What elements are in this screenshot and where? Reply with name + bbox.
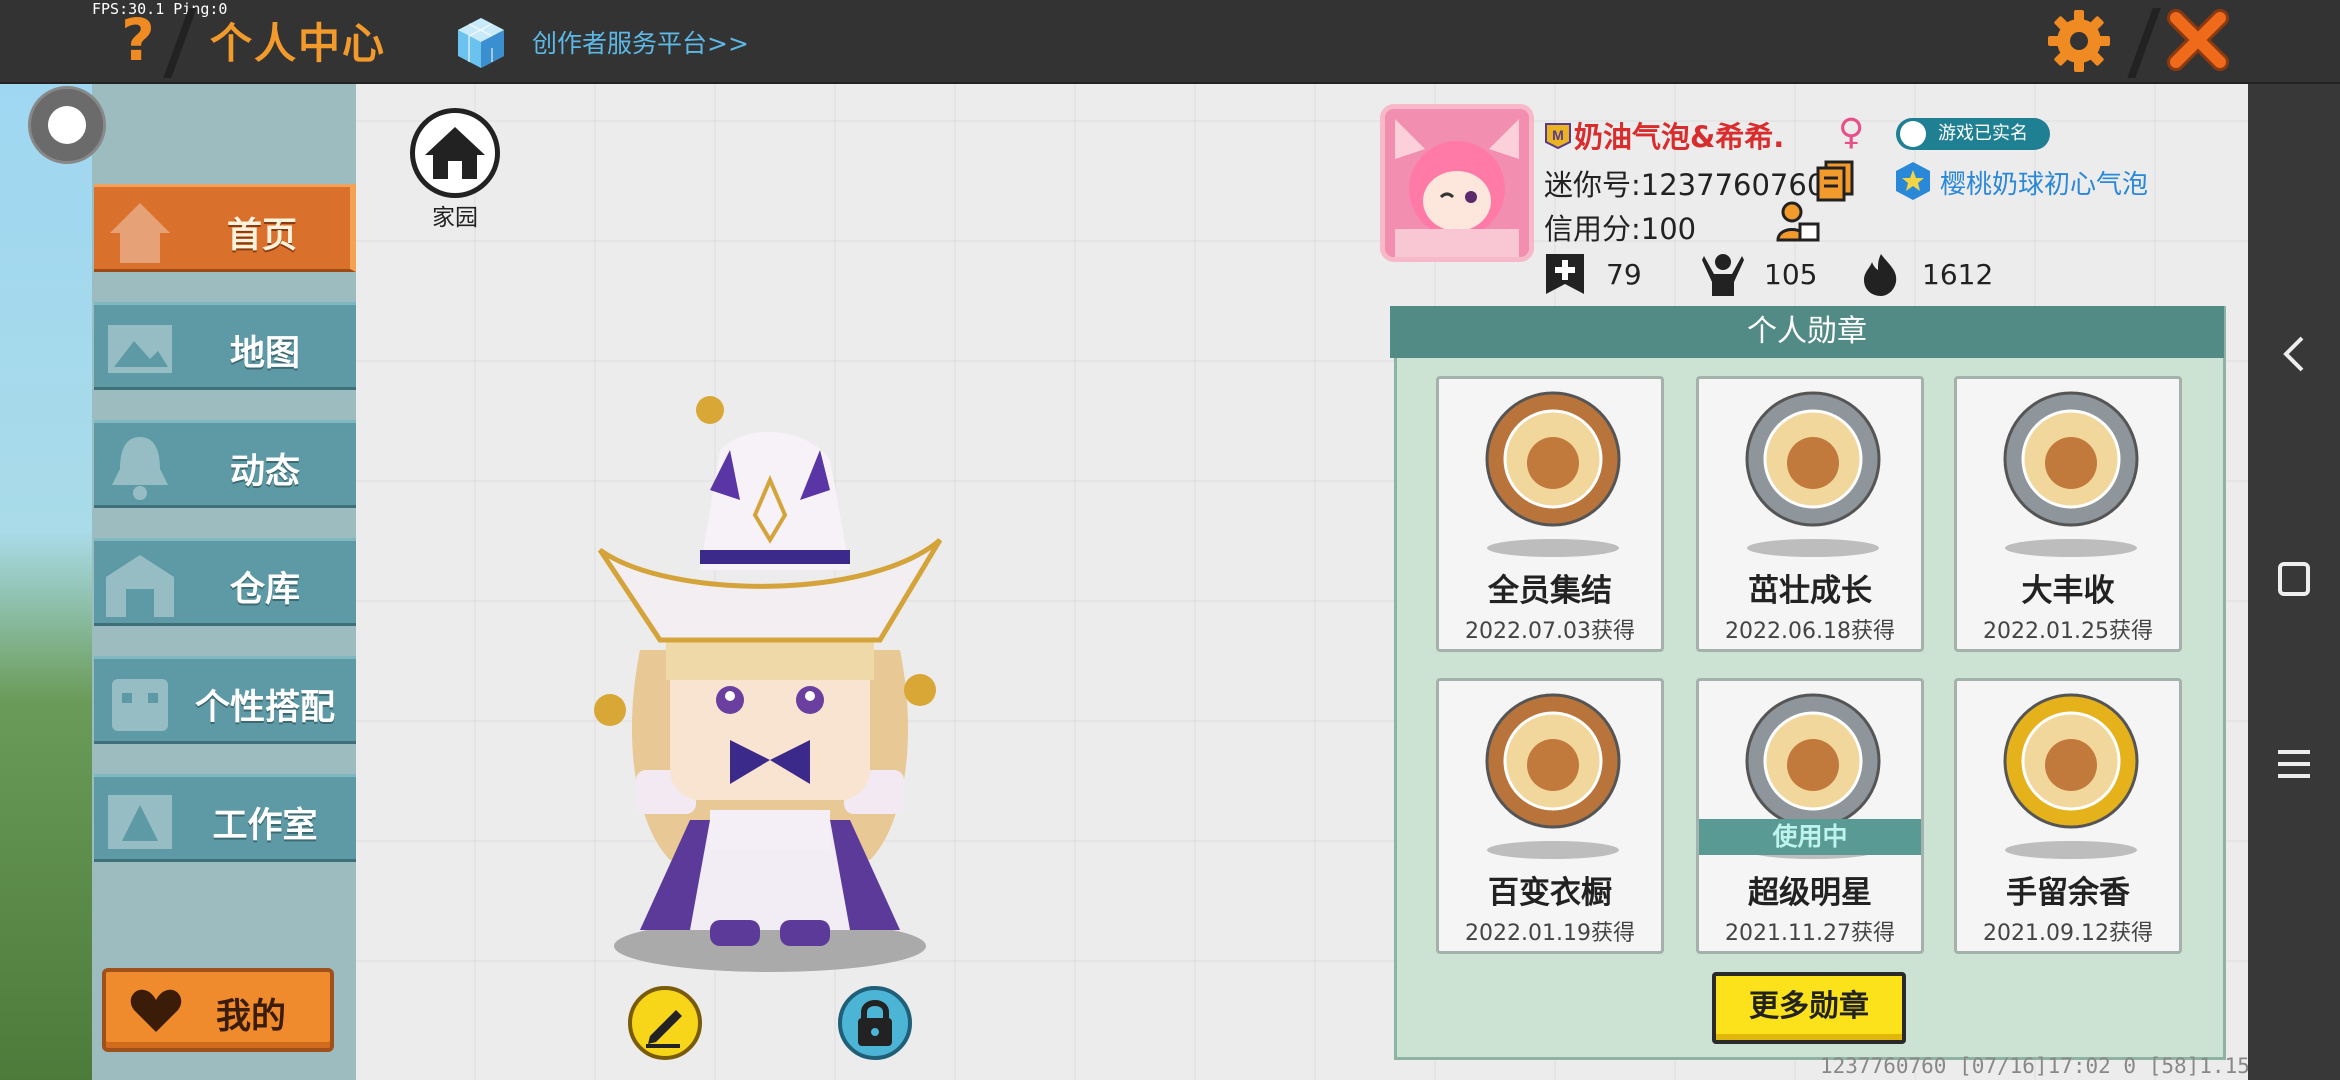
lock-icon <box>858 1000 892 1046</box>
medal-icon <box>2003 391 2139 527</box>
verified-user-icon <box>1900 121 1926 147</box>
record-button[interactable] <box>28 86 106 164</box>
vip-icon: M <box>1545 123 1571 150</box>
gear-icon[interactable] <box>2046 8 2112 74</box>
home-tab-icon <box>110 203 170 263</box>
player-name: 奶油气泡&希希. <box>1574 120 1785 154</box>
medal-name: 手留余香 <box>2006 875 2130 911</box>
sidebar-item-warehouse[interactable]: 仓库 <box>94 538 356 626</box>
sidebar-item-label: 地图 <box>229 334 300 374</box>
stat-heat-value: 1612 <box>1922 258 1994 291</box>
sidebar-item-label: 个性搭配 <box>194 688 335 728</box>
medal-icon <box>1745 693 1881 829</box>
medal-name: 大丰收 <box>2021 573 2115 609</box>
medal-date: 2022.07.03获得 <box>1465 619 1635 644</box>
lock-avatar-button[interactable] <box>838 986 912 1060</box>
more-medals-button[interactable]: 更多勋章 <box>1712 972 1906 1044</box>
profile-avatar[interactable] <box>1380 104 1534 262</box>
flame-icon <box>1864 254 1897 296</box>
sidebar-item-label: 首页 <box>226 216 297 256</box>
sidebar-item-outfit[interactable]: 个性搭配 <box>94 656 356 744</box>
map-icon <box>108 325 172 373</box>
medal-shadow <box>1487 841 1619 859</box>
divider <box>163 8 197 78</box>
female-icon: ♀ <box>1838 112 1865 153</box>
avatar-portrait <box>1385 109 1529 257</box>
sidebar-item-feed[interactable]: 动态 <box>94 420 356 508</box>
credit-score: 信用分:100 <box>1544 212 1697 246</box>
outfit-icon <box>112 679 168 731</box>
sidebar-item-label: 工作室 <box>212 806 318 846</box>
medal-icon <box>1745 391 1881 527</box>
medal-card[interactable]: 茁壮成长 2022.06.18获得 <box>1696 376 1924 652</box>
cube-icon <box>458 18 504 68</box>
mine-label: 我的 <box>216 997 287 1037</box>
medal-icon <box>1485 391 1621 527</box>
team-name[interactable]: 樱桃奶球初心气泡 <box>1940 164 2148 201</box>
medal-shadow <box>1487 539 1619 557</box>
medal-shadow <box>2005 539 2137 557</box>
recents-icon[interactable] <box>2248 540 2340 620</box>
back-icon[interactable] <box>2248 314 2340 394</box>
medal-card[interactable]: 手留余香 2021.09.12获得 <box>1954 678 2182 954</box>
sidebar-item-label: 仓库 <box>229 570 300 610</box>
studio-icon <box>108 795 172 849</box>
team-badge-icon <box>1896 162 1930 200</box>
medal-date: 2022.01.19获得 <box>1465 921 1635 946</box>
stat-plus-value: 79 <box>1606 258 1642 291</box>
medal-name: 百变衣橱 <box>1488 875 1612 911</box>
medal-card[interactable]: 大丰收 2022.01.25获得 <box>1954 376 2182 652</box>
sidebar-item-map[interactable]: 地图 <box>94 302 356 390</box>
svg-text:M: M <box>1552 127 1564 143</box>
menu-icon[interactable] <box>2248 724 2340 804</box>
help-button[interactable]: ? <box>112 10 164 70</box>
player-avatar-model[interactable] <box>580 390 960 980</box>
medal-card[interactable]: 使用中超级明星 2021.11.27获得 <box>1696 678 1924 954</box>
android-navigation-bar <box>2248 84 2340 1080</box>
medal-date: 2022.06.18获得 <box>1725 619 1895 644</box>
question-icon: ? <box>121 6 155 74</box>
in-use-badge: 使用中 <box>1699 819 1921 855</box>
pencil-icon <box>646 1010 682 1048</box>
medal-card[interactable]: 全员集结 2022.07.03获得 <box>1436 376 1664 652</box>
mini-id: 迷你号:1237760760 <box>1544 168 1826 202</box>
sidebar-item-studio[interactable]: 工作室 <box>94 774 356 862</box>
medal-icon <box>1485 693 1621 829</box>
copy-icon[interactable] <box>1816 160 1854 202</box>
medal-name: 全员集结 <box>1488 573 1612 609</box>
page-title: 个人中心 <box>210 19 387 68</box>
top-bar: FPS:30.1 Ping:0 ? 个人中心 创作者服务平台>> <box>0 0 2340 84</box>
warehouse-icon <box>106 555 174 617</box>
homeland-button[interactable] <box>410 108 500 198</box>
medal-shadow <box>1747 539 1879 557</box>
cheer-icon <box>1702 254 1744 296</box>
medal-name: 超级明星 <box>1748 875 1872 911</box>
medal-card[interactable]: 百变衣橱 2022.01.19获得 <box>1436 678 1664 954</box>
divider <box>2127 8 2161 78</box>
homeland-label: 家园 <box>432 205 478 231</box>
edit-avatar-button[interactable] <box>628 986 702 1060</box>
medal-date: 2022.01.25获得 <box>1983 619 2153 644</box>
medal-icon <box>2003 693 2139 829</box>
realname-badge: 游戏已实名 <box>1896 118 2050 150</box>
friend-card-icon[interactable] <box>1776 200 1820 244</box>
medal-shadow <box>2005 841 2137 859</box>
house-icon <box>425 127 485 179</box>
medal-date: 2021.11.27获得 <box>1725 921 1895 946</box>
creator-platform-link[interactable]: 创作者服务平台>> <box>532 24 749 60</box>
heart-icon <box>130 989 182 1032</box>
realname-label: 游戏已实名 <box>1938 123 2028 144</box>
footer-info: 1237760760 [07/16]17:02 0 [58]1.15.2 <box>1820 1054 2276 1078</box>
close-icon[interactable] <box>2162 4 2234 76</box>
medal-date: 2021.09.12获得 <box>1983 921 2153 946</box>
sidebar-item-label: 动态 <box>229 452 300 492</box>
sidebar-item-home[interactable]: 首页 <box>94 184 356 272</box>
medal-header: 个人勋章 <box>1390 306 2224 358</box>
bell-icon <box>112 437 168 500</box>
plus-bookmark-icon <box>1546 254 1584 294</box>
stat-fans-value: 105 <box>1764 258 1818 291</box>
mine-button[interactable]: 我的 <box>102 968 334 1052</box>
medal-name: 茁壮成长 <box>1748 573 1872 609</box>
